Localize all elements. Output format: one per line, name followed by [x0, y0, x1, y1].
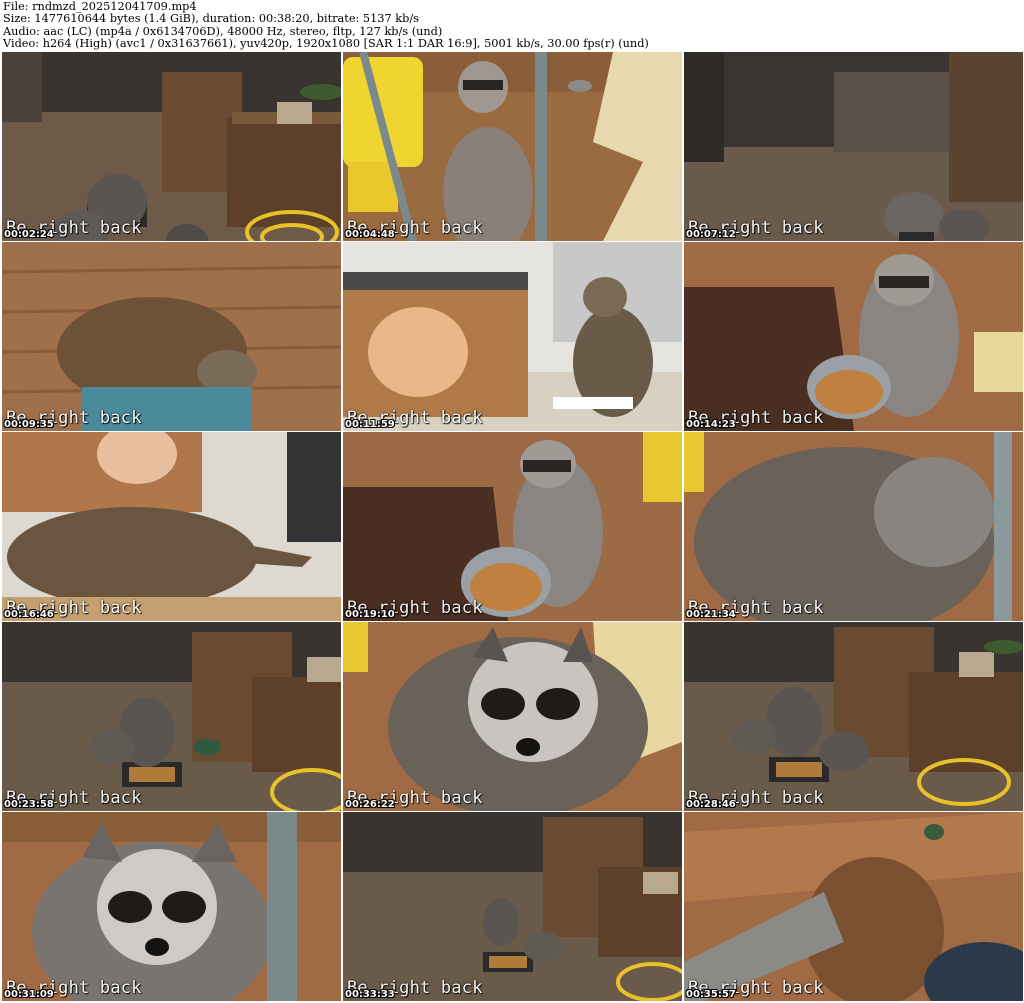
video-thumbnail-7[interactable]: Be right back 00:16:46 — [2, 432, 341, 621]
timestamp-label: 00:28:46 — [686, 799, 736, 810]
timestamp-label: 00:19:10 — [345, 609, 395, 620]
thumbnail-image-4 — [2, 242, 341, 431]
video-thumbnail-15[interactable]: Be right back 00:35:57 — [684, 812, 1023, 1001]
video-thumbnail-9[interactable]: Be right back 00:21:34 — [684, 432, 1023, 621]
timestamp-label: 00:23:58 — [4, 799, 54, 810]
thumbnail-image-12 — [684, 622, 1023, 811]
video-thumbnail-2[interactable]: Be right back 00:04:48 — [343, 52, 682, 241]
timestamp-label: 00:31:09 — [4, 989, 54, 1000]
video-thumbnail-14[interactable]: Be right back 00:33:33 — [343, 812, 682, 1001]
video-thumbnail-8[interactable]: Be right back 00:19:10 — [343, 432, 682, 621]
video-info-line: Video: h264 (High) (avc1 / 0x31637661), … — [3, 37, 649, 51]
video-thumbnail-1[interactable]: Be right back 00:02:24 — [2, 52, 341, 241]
thumbnail-image-7 — [2, 432, 341, 621]
timestamp-label: 00:33:33 — [345, 989, 395, 1000]
timestamp-label: 00:16:46 — [4, 609, 54, 620]
thumbnail-image-5 — [343, 242, 682, 431]
thumbnail-image-9 — [684, 432, 1023, 621]
thumbnail-image-10 — [2, 622, 341, 811]
video-thumbnail-6[interactable]: Be right back 00:14:23 — [684, 242, 1023, 431]
timestamp-label: 00:26:22 — [345, 799, 395, 810]
timestamp-label: 00:21:34 — [686, 609, 736, 620]
thumbnail-image-6 — [684, 242, 1023, 431]
thumbnail-image-11 — [343, 622, 682, 811]
thumbnail-image-13 — [2, 812, 341, 1001]
video-thumbnail-3[interactable]: Be right back 00:07:12 — [684, 52, 1023, 241]
video-thumbnail-11[interactable]: Be right back 00:26:22 — [343, 622, 682, 811]
file-size-line: Size: 1477610644 bytes (1.4 GiB), durati… — [3, 12, 419, 26]
thumbnail-image-8 — [343, 432, 682, 621]
timestamp-label: 00:07:12 — [686, 229, 736, 240]
timestamp-label: 00:04:48 — [345, 229, 395, 240]
thumbnail-grid: Be right back 00:02:24 Be right back 00:… — [2, 52, 1023, 1001]
video-thumbnail-4[interactable]: Be right back 00:09:35 — [2, 242, 341, 431]
thumbnail-image-3 — [684, 52, 1023, 241]
video-thumbnail-10[interactable]: Be right back 00:23:58 — [2, 622, 341, 811]
video-thumbnail-12[interactable]: Be right back 00:28:46 — [684, 622, 1023, 811]
timestamp-label: 00:09:35 — [4, 419, 54, 430]
video-thumbnail-5[interactable]: Be right back 00:11:59 — [343, 242, 682, 431]
timestamp-label: 00:11:59 — [345, 419, 395, 430]
timestamp-label: 00:02:24 — [4, 229, 54, 240]
timestamp-label: 00:14:23 — [686, 419, 736, 430]
thumbnail-image-14 — [343, 812, 682, 1001]
thumbnail-image-2 — [343, 52, 682, 241]
file-info-header: File: rndmzd_202512041709.mp4 Size: 1477… — [3, 0, 1021, 51]
video-thumbnail-13[interactable]: Be right back 00:31:09 — [2, 812, 341, 1001]
timestamp-label: 00:35:57 — [686, 989, 736, 1000]
thumbnail-image-1 — [2, 52, 341, 241]
thumbnail-image-15 — [684, 812, 1023, 1001]
